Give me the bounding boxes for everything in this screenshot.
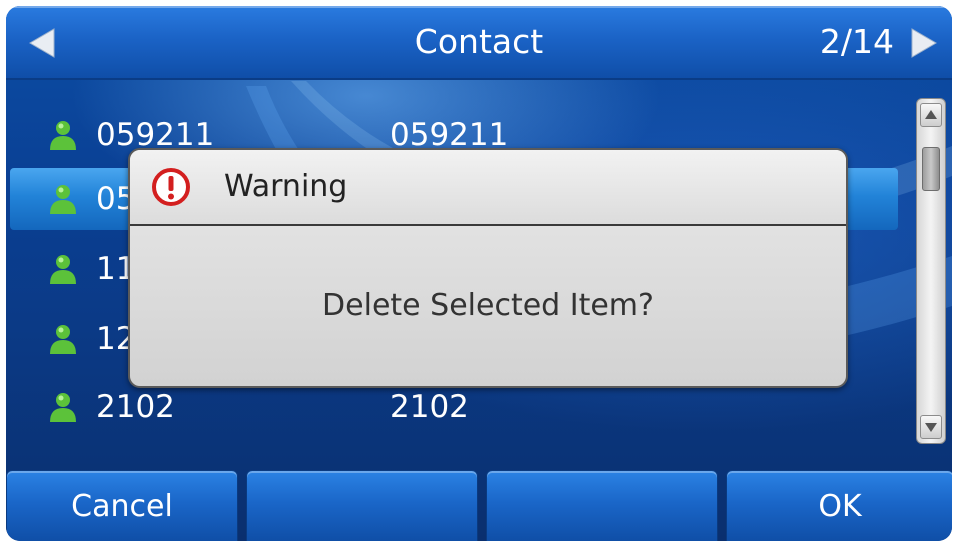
right-arrow-icon[interactable] (906, 26, 942, 60)
warning-icon (152, 168, 190, 206)
scroll-thumb[interactable] (922, 147, 940, 191)
ok-button[interactable]: OK (726, 470, 952, 541)
softkey-bar: Cancel OK (6, 470, 952, 541)
person-icon (48, 391, 78, 423)
down-arrow-icon (925, 423, 937, 432)
dialog-title: Warning (224, 169, 348, 204)
person-icon (48, 323, 78, 355)
softkey-2-button[interactable] (246, 470, 478, 541)
softkey-3-button[interactable] (486, 470, 718, 541)
title-bar: Contact 2/14 (6, 6, 952, 80)
up-arrow-icon (925, 110, 937, 119)
person-icon (48, 183, 78, 215)
dialog-header: Warning (130, 150, 846, 226)
page-indicator: 2/14 (819, 22, 894, 61)
dialog-message: Delete Selected Item? (322, 288, 654, 323)
scroll-up-button[interactable] (920, 103, 942, 127)
warning-dialog: Warning Delete Selected Item? (128, 148, 848, 388)
scrollbar[interactable] (916, 98, 946, 444)
page-title: Contact (414, 22, 544, 61)
person-icon (48, 119, 78, 151)
person-icon (48, 253, 78, 285)
scroll-down-button[interactable] (920, 415, 942, 439)
phone-screen: Contact 2/14 059211 059211 05 11 12 2102… (6, 6, 952, 541)
cancel-button[interactable]: Cancel (6, 470, 238, 541)
